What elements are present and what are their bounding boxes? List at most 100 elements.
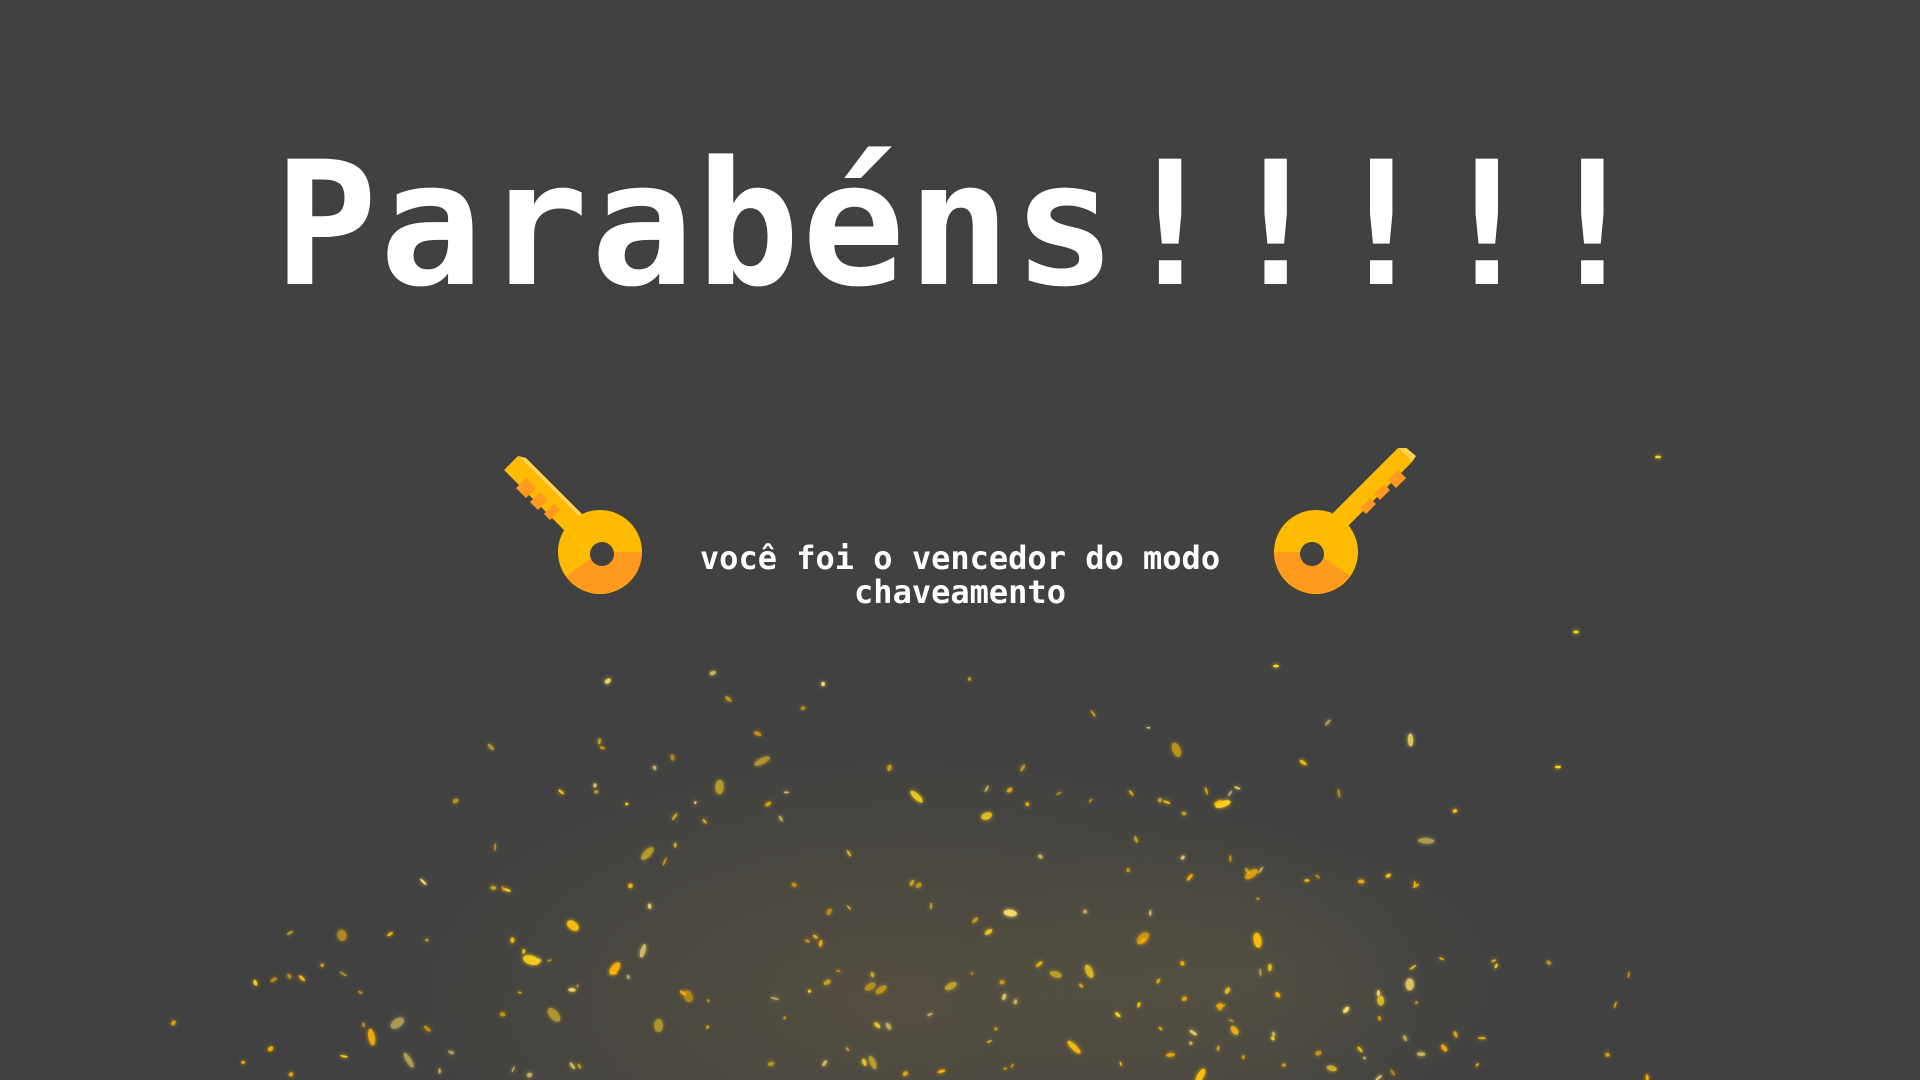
spark-particle [523,955,540,966]
spark-particle [511,1066,515,1073]
spark-particle [725,696,732,702]
spark-particle [599,746,606,750]
spark-particle [609,962,621,975]
spark-particle [1573,630,1579,634]
key-icon [1274,448,1416,594]
spark-particle [1162,800,1171,804]
spark-particle [706,1025,710,1029]
spark-particle [490,886,497,890]
spark-particle [526,1072,533,1078]
spark-particle [340,1054,348,1058]
spark-particle [1158,1026,1163,1031]
spark-particle [679,990,687,996]
spark-particle [362,1022,366,1028]
spark-particle [387,932,393,937]
spark-particle [1035,961,1043,967]
spark-particle [715,779,724,795]
spark-particle [452,798,459,804]
spark-particle [670,754,675,761]
spark-particle [984,785,989,793]
spark-particle [1324,719,1331,726]
spark-particle [1224,987,1231,994]
spark-particle [1655,455,1661,459]
spark-particle [868,1055,877,1070]
spark-particle [1166,1052,1175,1057]
spark-particle [578,1063,581,1069]
spark-particle [1258,866,1264,874]
spark-particle [593,783,597,788]
victory-subtitle: você foi o vencedor do modo chaveamento [699,539,1221,611]
victory-screen: Parabéns!!!!! você foi o vencedor do mod… [0,0,1920,1080]
spark-particle [1439,957,1445,961]
spark-particle [967,677,972,681]
spark-particle [448,1050,455,1055]
spark-particle [487,743,494,751]
spark-particle [821,681,826,687]
spark-particle [1189,1041,1193,1045]
spark-particle [1326,1065,1337,1072]
spark-particle [909,879,915,887]
spark-particle [1139,938,1146,943]
spark-particle [1478,1036,1487,1040]
spark-particle [1343,1006,1350,1014]
spark-particle [1090,710,1096,717]
spark-particle [970,971,974,976]
spark-particle [875,985,887,994]
spark-particle [813,934,818,939]
spark-particle [1189,1029,1198,1036]
spark-particle [1377,1016,1382,1021]
spark-particle [339,971,347,977]
spark-particle [702,818,707,824]
spark-particle [568,988,576,992]
spark-particle [1390,1069,1396,1076]
spark-particle [994,1027,998,1031]
spark-particle [1253,932,1262,948]
spark-particle [902,1071,908,1076]
spark-particle [1146,726,1151,729]
spark-particle [639,944,646,958]
spark-particle [823,979,831,986]
spark-particle [835,969,841,973]
spark-particle [1149,910,1152,916]
spark-particle [1409,965,1417,970]
spark-particle [270,977,277,983]
spark-particle [286,930,293,935]
spark-particle [536,958,542,963]
spark-particle [1137,1002,1141,1008]
spark-particle [929,902,933,910]
spark-particle [241,1060,245,1065]
spark-particle [403,1052,414,1068]
spark-particle [1613,1001,1617,1009]
spark-particle [1128,790,1134,796]
spark-particle [1003,1067,1008,1070]
spark-particle [770,996,780,1001]
spark-particle [707,999,710,1003]
spark-particle [1475,1063,1479,1067]
spark-particle [547,959,552,962]
spark-particle [1315,1050,1322,1056]
spark-particle [783,791,790,794]
spark-particle [1259,968,1262,977]
spark-particle [1230,1026,1239,1035]
spark-particle [1156,978,1161,984]
spark-particle [972,917,979,924]
spark-particle [1025,802,1030,807]
spark-particle [1385,873,1391,878]
spark-particle [1020,764,1026,772]
spark-particle [671,813,678,821]
spark-particle [625,802,629,806]
spark-particle [822,1060,827,1067]
spark-particle [1357,1046,1363,1053]
spark-particle [791,882,797,887]
spark-particle [874,1022,881,1029]
spark-particle [368,1028,376,1046]
spark-particle [986,1040,992,1043]
spark-particle [818,939,823,947]
spark-particle [1546,960,1552,965]
spark-particle [754,756,770,766]
spark-particle [846,905,852,910]
spark-particle [783,1016,786,1020]
spark-particle [800,706,806,711]
spark-particle [609,971,618,975]
spark-particle [1195,1068,1206,1080]
